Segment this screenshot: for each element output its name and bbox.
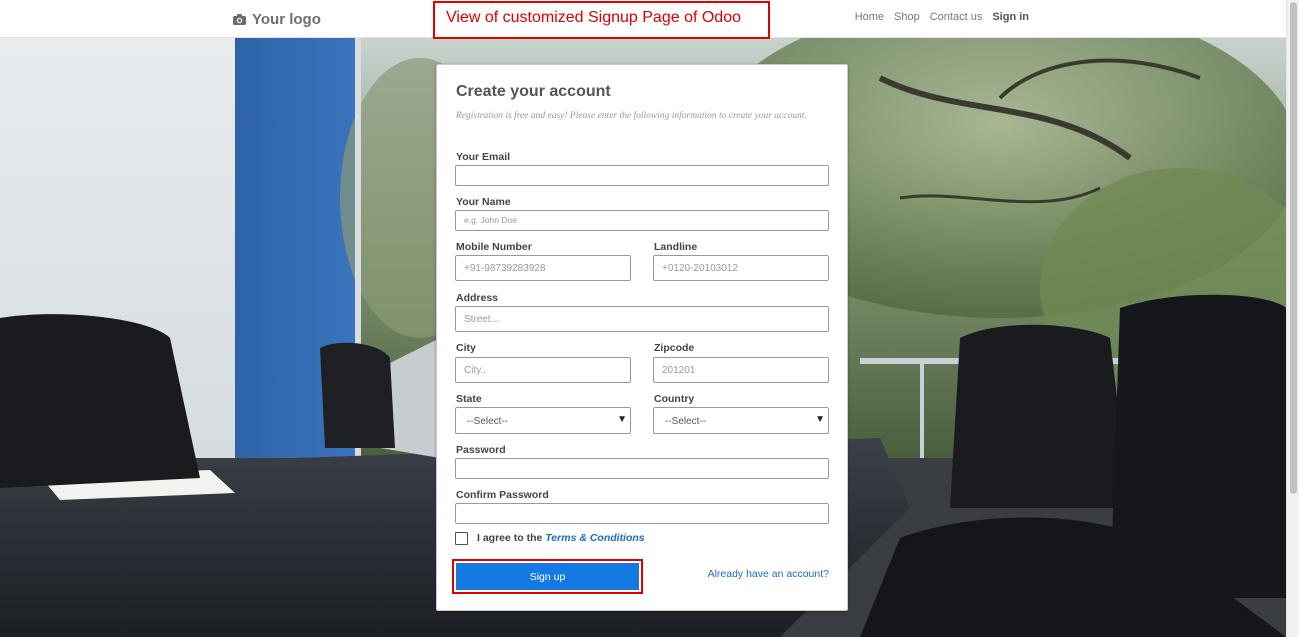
confirm-password-field[interactable] xyxy=(455,503,829,524)
country-selected-value: --Select-- xyxy=(665,416,707,427)
form-intro: Registration is free and easy! Please en… xyxy=(456,111,807,121)
password-label: Password xyxy=(456,444,506,456)
state-label: State xyxy=(456,393,482,405)
nav-link-home[interactable]: Home xyxy=(850,11,889,23)
chevron-down-icon: ▼ xyxy=(617,414,627,425)
password-field[interactable] xyxy=(455,458,829,479)
nav-link-signin[interactable]: Sign in xyxy=(987,11,1034,23)
landline-label: Landline xyxy=(654,241,698,253)
form-title: Create your account xyxy=(456,83,611,100)
signup-button[interactable]: Sign up xyxy=(456,563,639,590)
city-field[interactable] xyxy=(455,357,631,383)
chevron-down-icon: ▼ xyxy=(815,414,825,425)
nav-link-contact[interactable]: Contact us xyxy=(925,11,988,23)
terms-agreement: I agree to the Terms & Conditions xyxy=(477,532,645,544)
logo-text: Your logo xyxy=(252,10,321,28)
address-field[interactable] xyxy=(455,306,829,332)
name-field[interactable] xyxy=(455,210,829,231)
already-have-account-link[interactable]: Already have an account? xyxy=(708,568,829,580)
country-select[interactable]: --Select-- ▼ xyxy=(653,407,829,434)
country-label: Country xyxy=(654,393,695,405)
signup-highlight: Sign up xyxy=(452,559,643,594)
email-field[interactable] xyxy=(455,165,829,186)
address-label: Address xyxy=(456,292,499,304)
agree-text: I agree to the xyxy=(477,532,543,544)
nav-menu: Home Shop Contact us Sign in xyxy=(850,11,1034,23)
nav-link-shop[interactable]: Shop xyxy=(889,11,925,23)
terms-link[interactable]: Terms & Conditions xyxy=(545,532,644,544)
zipcode-label: Zipcode xyxy=(654,342,695,354)
annotation-caption: View of customized Signup Page of Odoo xyxy=(433,1,770,39)
mobile-field[interactable] xyxy=(455,255,631,281)
state-select[interactable]: --Select-- ▼ xyxy=(455,407,631,434)
email-label: Your Email xyxy=(456,151,511,163)
signup-card: Create your account Registration is free… xyxy=(436,64,848,611)
city-label: City xyxy=(456,342,476,354)
mobile-label: Mobile Number xyxy=(456,241,532,253)
state-selected-value: --Select-- xyxy=(467,416,509,427)
site-logo[interactable]: Your logo xyxy=(233,9,321,29)
name-label: Your Name xyxy=(456,196,511,208)
terms-checkbox[interactable] xyxy=(455,532,468,545)
zipcode-field[interactable] xyxy=(653,357,829,383)
page-scrollbar[interactable] xyxy=(1286,0,1299,637)
landline-field[interactable] xyxy=(653,255,829,281)
scrollbar-thumb[interactable] xyxy=(1290,2,1297,494)
confirm-password-label: Confirm Password xyxy=(456,489,549,501)
camera-icon xyxy=(233,13,246,25)
